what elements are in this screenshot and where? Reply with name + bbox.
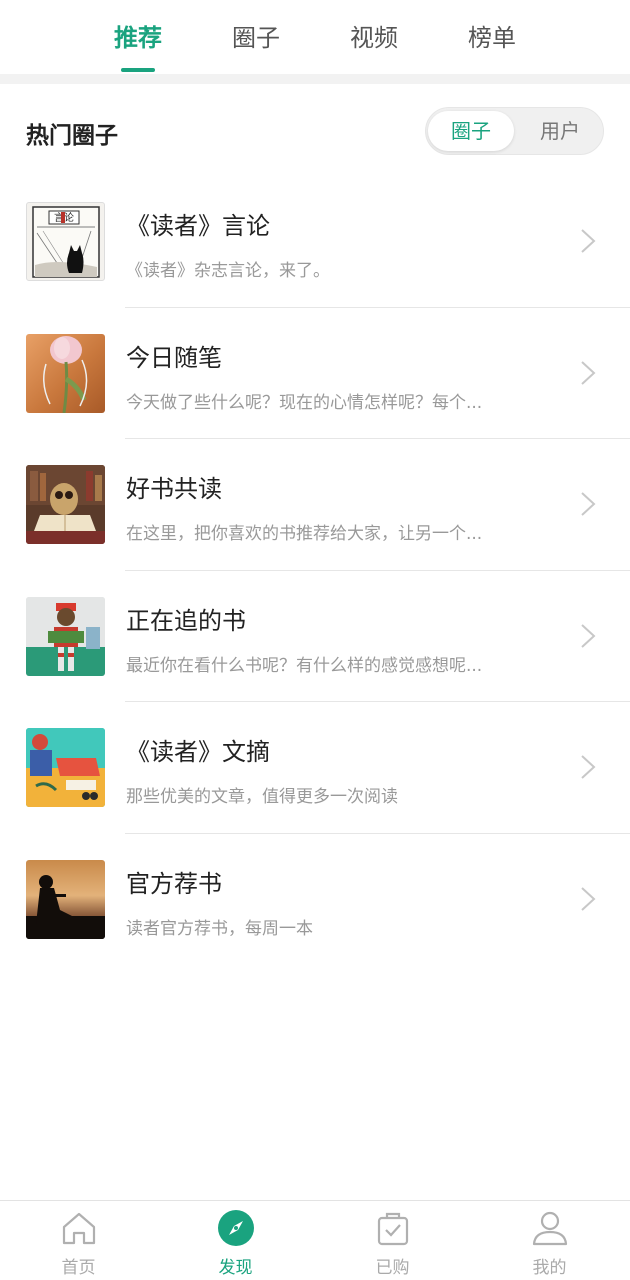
tab-recommend[interactable]: 推荐 xyxy=(93,18,183,53)
nav-purchased-label: 已购 xyxy=(375,1258,410,1278)
profile-icon xyxy=(532,1211,568,1246)
circle-description: 《读者》杂志言论，来了。 xyxy=(126,261,330,281)
reading-owl-thumbnail xyxy=(26,465,105,544)
purchased-bag-icon xyxy=(377,1212,409,1246)
circle-title: 官方荐书 xyxy=(126,869,222,898)
circle-title: 正在追的书 xyxy=(126,606,246,635)
tab-circles[interactable]: 圈子 xyxy=(211,18,301,53)
list-item[interactable]: 正在追的书 最近你在看什么书呢？有什么样的感觉感想呢... xyxy=(0,571,630,702)
chevron-right-icon xyxy=(581,755,596,779)
circle-title: 《读者》文摘 xyxy=(126,738,270,766)
toggle-circles[interactable]: 圈子 xyxy=(428,111,514,151)
tab-videos[interactable]: 视频 xyxy=(329,18,419,53)
list-item[interactable]: 《读者》文摘 那些优美的文章，值得更多一次阅读 xyxy=(0,702,630,834)
circle-title: 《读者》言论 xyxy=(126,212,270,240)
nav-home-label: 首页 xyxy=(61,1258,96,1278)
nav-discover-label: 发现 xyxy=(218,1258,253,1278)
chevron-right-icon xyxy=(581,886,596,911)
chevron-right-icon xyxy=(581,360,596,385)
ink-sketch-cat-thumbnail: 言论 xyxy=(26,202,105,281)
nav-home[interactable]: 首页 xyxy=(0,1201,157,1280)
circle-description: 那些优美的文章，值得更多一次阅读 xyxy=(126,787,398,807)
circle-list: 言论 《读者》言论 《读者》杂志言论，来了。 今日随笔 今天做了些什么呢？现在的… xyxy=(0,176,630,965)
sunset-silhouette-reader-thumbnail xyxy=(26,859,105,939)
toy-figure-reading-thumbnail xyxy=(26,596,105,676)
circle-user-toggle: 圈子 用户 xyxy=(425,107,604,155)
compass-icon xyxy=(218,1210,254,1246)
list-item[interactable]: 官方荐书 读者官方荐书，每周一本 xyxy=(0,834,630,966)
circle-title: 好书共读 xyxy=(126,475,222,503)
chevron-right-icon xyxy=(581,229,596,253)
circle-description: 最近你在看什么书呢？有什么样的感觉感想呢... xyxy=(126,655,483,676)
circle-title: 今日随笔 xyxy=(126,343,222,372)
nav-purchased[interactable]: 已购 xyxy=(314,1201,471,1280)
bottom-nav-bar: 首页 发现 已购 我的 xyxy=(0,1200,630,1280)
list-item[interactable]: 好书共读 在这里，把你喜欢的书推荐给大家，让另一个... xyxy=(0,439,630,571)
circle-description: 在这里，把你喜欢的书推荐给大家，让另一个... xyxy=(126,524,483,544)
chevron-right-icon xyxy=(581,623,596,648)
nav-discover[interactable]: 发现 xyxy=(157,1201,314,1280)
section-divider xyxy=(0,74,630,84)
tulip-earphones-thumbnail xyxy=(26,333,105,413)
nav-profile[interactable]: 我的 xyxy=(471,1201,628,1280)
toggle-users[interactable]: 用户 xyxy=(518,111,602,151)
section-title: 热门圈子 xyxy=(26,123,118,149)
home-icon xyxy=(62,1212,96,1245)
list-item[interactable]: 言论 《读者》言论 《读者》杂志言论，来了。 xyxy=(0,176,630,308)
nav-profile-label: 我的 xyxy=(532,1258,567,1278)
chevron-right-icon xyxy=(581,492,596,516)
tab-rankings[interactable]: 榜单 xyxy=(447,18,537,53)
top-tab-bar: 推荐 圈子 视频 榜单 xyxy=(0,0,630,74)
list-item[interactable]: 今日随笔 今天做了些什么呢？现在的心情怎样呢？每个... xyxy=(0,308,630,439)
circle-description: 读者官方荐书，每周一本 xyxy=(126,918,313,939)
circle-description: 今天做了些什么呢？现在的心情怎样呢？每个... xyxy=(126,392,483,413)
active-tab-indicator xyxy=(121,68,155,72)
illustrated-reader-thumbnail xyxy=(26,728,105,807)
